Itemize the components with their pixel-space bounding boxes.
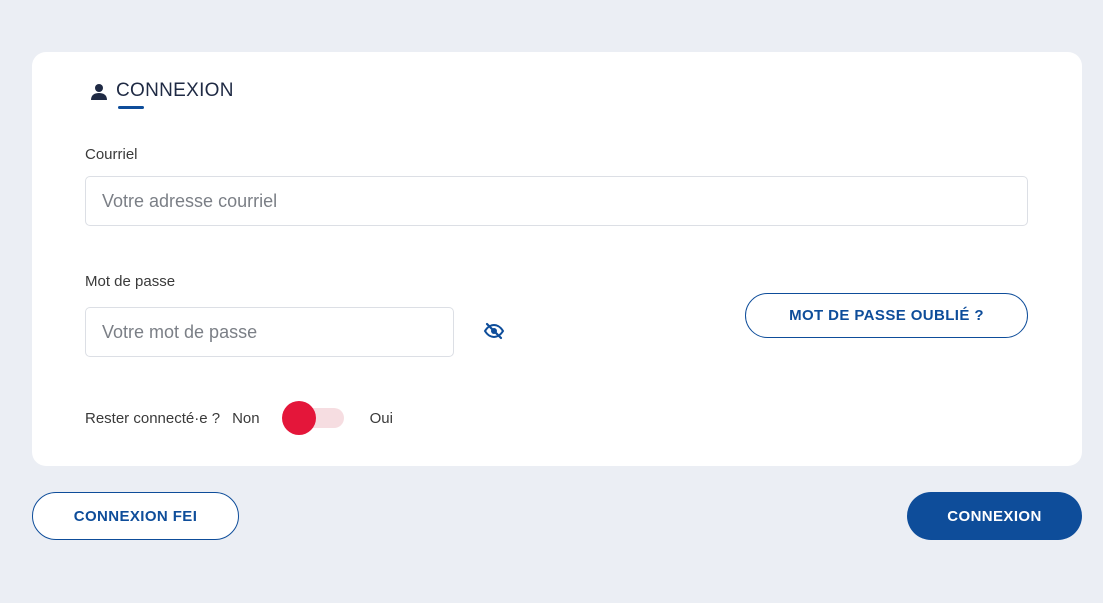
stay-connected-label: Rester connecté·e ? <box>85 409 221 427</box>
login-page: CONNEXION Courriel Mot de passe MOT DE P… <box>0 0 1103 603</box>
user-icon <box>91 84 107 100</box>
connexion-fei-button[interactable]: CONNEXION FEI <box>32 492 239 540</box>
connexion-submit-button[interactable]: CONNEXION <box>907 492 1082 540</box>
email-field[interactable] <box>85 176 1028 226</box>
toggle-knob <box>281 401 316 435</box>
password-field[interactable] <box>85 307 454 357</box>
eye-slash-icon[interactable] <box>483 322 505 340</box>
card-header: CONNEXION <box>90 80 234 104</box>
email-label: Courriel <box>85 146 138 163</box>
forgot-password-button[interactable]: MOT DE PASSE OUBLIÉ ? <box>745 293 1028 338</box>
page-title: CONNEXION <box>116 80 234 101</box>
toggle-on-label: Oui <box>369 409 393 427</box>
toggle-off-label: Non <box>232 409 260 427</box>
stay-connected-row: Rester connecté·e ? Non Oui <box>85 401 393 435</box>
stay-connected-toggle[interactable] <box>281 401 346 435</box>
title-underline <box>118 106 144 109</box>
password-label: Mot de passe <box>85 273 176 290</box>
